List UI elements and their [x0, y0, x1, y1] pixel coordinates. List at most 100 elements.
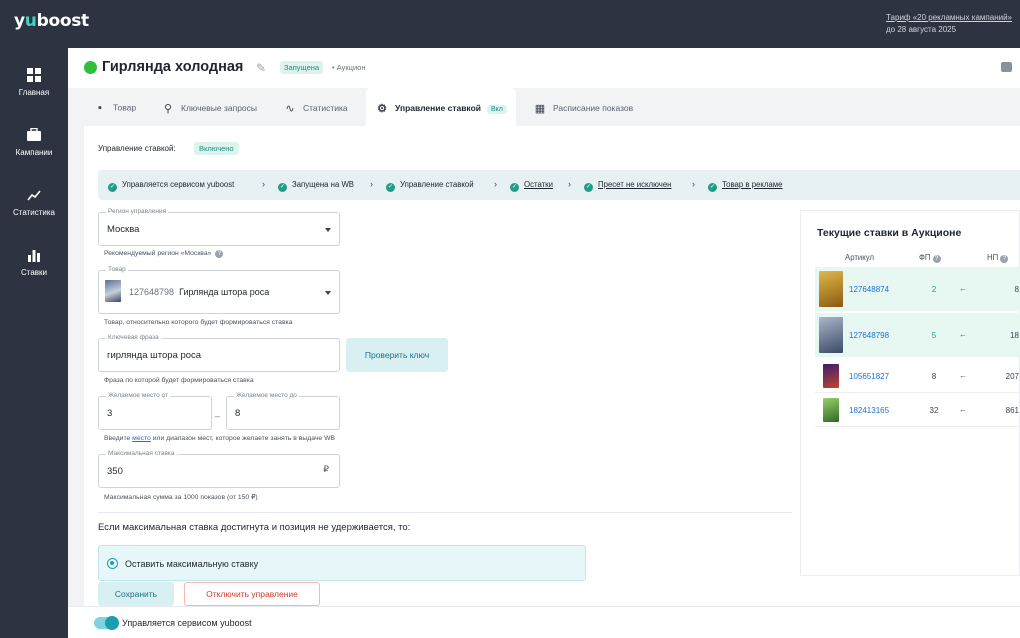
status-steps: ✓ Управляется сервисом yuboost › ✓ Запущен…	[98, 170, 1020, 200]
status-dot	[84, 61, 97, 74]
article-link[interactable]: 182413165	[849, 406, 889, 415]
keyword-input[interactable]: Ключевая фраза гирлянда штора роса	[98, 334, 340, 372]
field-hint: Рекомендуемый регион «Москва» ?	[104, 250, 224, 258]
article-link[interactable]: 127648798	[849, 331, 889, 340]
fp-value: 32	[929, 406, 939, 415]
tab-product[interactable]: ▪ Товар	[84, 88, 144, 126]
tab-statistics[interactable]: ∿ Статистика	[274, 88, 358, 126]
chevron-right-icon: ›	[370, 179, 373, 189]
chevron-right-icon: ›	[692, 179, 695, 189]
sidebar-item-home[interactable]: Главная	[0, 68, 68, 97]
step-item: ✓ Управление ставкой	[386, 180, 474, 192]
control-label: Управление ставкой:	[98, 144, 176, 153]
video-icon[interactable]	[1001, 62, 1012, 72]
product-select[interactable]: Товар 127648798 Гирлянда штора роса	[98, 266, 340, 314]
main-content: Управление ставкой: Включено ✓ Управляетс…	[84, 126, 1020, 606]
product-thumbnail	[105, 280, 121, 302]
option-label: Оставить максимальную ставку	[125, 559, 259, 569]
gear-icon: ⚙	[377, 103, 387, 115]
sidebar-item-label: Главная	[18, 88, 50, 97]
step-item-link[interactable]: ✓ Товар в рекламе	[708, 180, 782, 192]
tab-bid-control[interactable]: ⚙ Управление ставкой Вкл	[366, 88, 516, 126]
field-hint: Максимальная сумма за 1000 показов (от 1…	[104, 494, 258, 501]
tab-keywords[interactable]: ⚲ Ключевые запросы	[152, 88, 264, 126]
campaign-type: • Аукцион	[332, 63, 366, 72]
bag-icon: ▪	[98, 102, 102, 114]
check-icon: ✓	[708, 183, 717, 192]
option-keep-max-bid[interactable]: Оставить максимальную ставку	[98, 545, 586, 581]
max-bid-input[interactable]: Максимальная ставка 350 ₽	[98, 450, 340, 488]
auction-title: Текущие ставки в Аукционе	[817, 227, 962, 239]
chevron-right-icon: ›	[568, 179, 571, 189]
article-link[interactable]: 105651827	[849, 372, 889, 381]
top-bar: yuboost Тариф «20 рекламных кампаний» до…	[0, 0, 1020, 48]
step-item-link[interactable]: ✓ Пресет не исключен	[584, 180, 671, 192]
np-value: 207	[1005, 372, 1019, 381]
pencil-icon[interactable]: ✎	[256, 61, 266, 75]
check-icon: ✓	[108, 183, 117, 192]
logo[interactable]: yuboost	[14, 11, 89, 31]
search-icon: ⚲	[163, 103, 173, 115]
range-dash: –	[215, 411, 221, 421]
sidebar-item-campaigns[interactable]: Кампании	[0, 128, 68, 157]
np-value: 861	[1005, 406, 1019, 415]
field-label: Ключевая фраза	[106, 334, 161, 341]
field-value: 127648798 Гирлянда штора роса	[129, 287, 270, 297]
article-link[interactable]: 127648874	[849, 285, 889, 294]
check-keyword-button[interactable]: Проверить ключ	[346, 338, 448, 372]
step-item-link[interactable]: ✓ Остатки	[510, 180, 553, 192]
field-label: Желаемое место до	[234, 392, 299, 399]
arrow-left-icon: ←	[959, 330, 967, 339]
np-value: 18	[1010, 331, 1019, 340]
control-state-badge: Включено	[194, 142, 239, 155]
field-label: Товар	[106, 266, 128, 273]
field-value: 3	[107, 408, 113, 419]
field-value: Москва	[107, 224, 140, 235]
status-badge: Запущена	[280, 61, 324, 74]
trend-icon: ∿	[285, 103, 295, 115]
table-row: 182413165 32 ← 861	[815, 393, 1020, 427]
toggle-label: Управляется сервисом yuboost	[122, 618, 252, 628]
field-hint: Фраза по которой будет формироваться ста…	[104, 377, 254, 384]
disable-control-button[interactable]: Отключить управление	[184, 582, 320, 606]
sidebar-item-bids[interactable]: Ставки	[0, 248, 68, 277]
tab-schedule[interactable]: ▦ Расписание показов	[524, 88, 644, 126]
place-from-input[interactable]: Желаемое место от 3	[98, 392, 212, 430]
sidebar-item-statistics[interactable]: Статистика	[0, 188, 68, 217]
currency-label: ₽	[323, 464, 329, 474]
product-thumbnail	[819, 271, 843, 307]
save-button[interactable]: Сохранить	[98, 582, 174, 606]
tariff-link[interactable]: Тариф «20 рекламных кампаний»	[886, 13, 1012, 22]
place-link[interactable]: место	[132, 435, 151, 442]
field-label: Максимальная ставка	[106, 450, 177, 457]
page-header: Гирлянда холодная ✎ Запущена • Аукцион	[68, 48, 1020, 88]
divider	[98, 512, 792, 513]
field-hint: Введите место или диапазон мест, которое…	[104, 435, 336, 442]
check-icon: ✓	[278, 183, 287, 192]
chevron-down-icon	[325, 228, 331, 232]
region-select[interactable]: Регион управления Москва	[98, 208, 340, 246]
column-header-article: Артикул	[845, 253, 875, 262]
field-value: 350	[107, 466, 123, 477]
field-label: Желаемое место от	[106, 392, 170, 399]
tab-bar: ▪ Товар ⚲ Ключевые запросы ∿ Статистика ⚙ Уп…	[68, 88, 1020, 126]
column-header-fp: ФП?	[919, 253, 941, 263]
place-to-input[interactable]: Желаемое место до 8	[226, 392, 340, 430]
chevron-down-icon	[325, 291, 331, 295]
tariff-until: до 28 августа 2025	[886, 25, 957, 34]
help-icon: ?	[932, 255, 941, 263]
arrow-left-icon: ←	[959, 284, 967, 293]
fp-value: 2	[931, 285, 937, 294]
condition-text: Если максимальная ставка достигнута и по…	[98, 522, 411, 533]
bottom-bar: Управляется сервисом yuboost	[68, 606, 1020, 638]
fp-value: 8	[931, 372, 937, 381]
service-toggle[interactable]	[94, 616, 119, 630]
sidebar: Главная Кампании Статистика Ставки	[0, 48, 68, 638]
step-item: ✓ Запущена на WB	[278, 180, 355, 192]
fp-value: 5	[931, 331, 937, 340]
calendar-icon: ▦	[534, 103, 546, 115]
arrow-left-icon: ←	[959, 371, 967, 380]
radio-button[interactable]	[107, 558, 118, 569]
help-icon: ?	[1000, 255, 1009, 263]
tariff-info: Тариф «20 рекламных кампаний» до 28 авгу…	[886, 12, 1012, 36]
